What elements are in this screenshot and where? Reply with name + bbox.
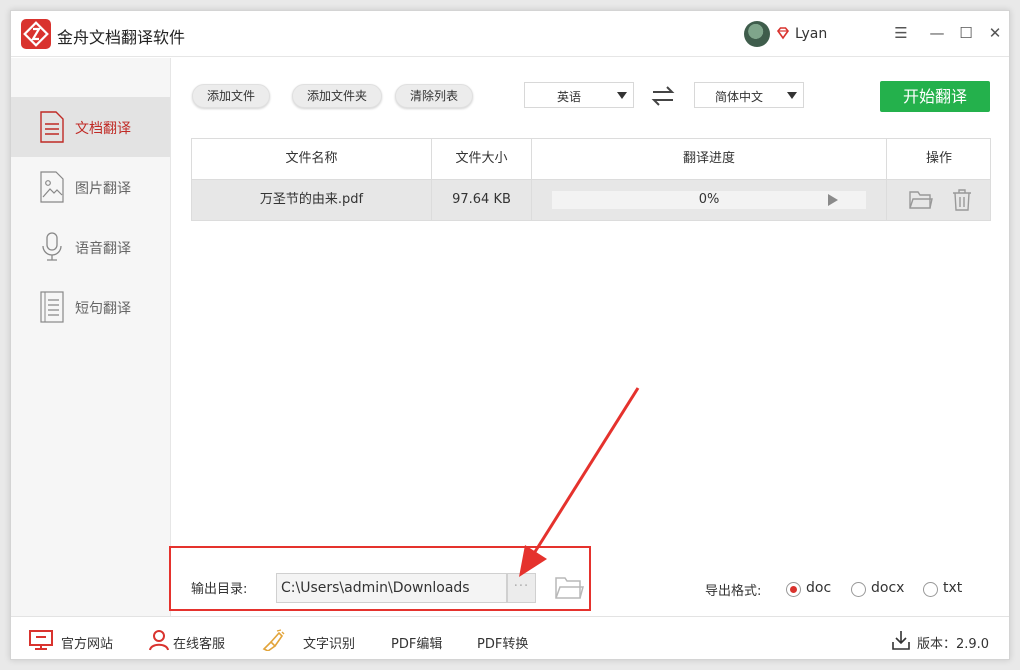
- sidebar-item-label: 图片翻译: [75, 181, 131, 197]
- sidebar-item-image-translate[interactable]: 图片翻译: [11, 157, 170, 217]
- sidebar-item-sentence-translate[interactable]: 短句翻译: [11, 277, 170, 337]
- table-row[interactable]: 万圣节的由来.pdf 97.64 KB 0%: [192, 180, 990, 220]
- microphone-icon: [42, 232, 62, 261]
- file-name: 万圣节的由来.pdf: [192, 180, 432, 220]
- chevron-down-icon: [787, 92, 797, 99]
- source-language-select[interactable]: 英语: [524, 82, 634, 108]
- maximize-icon[interactable]: ☐: [956, 23, 976, 43]
- browse-button[interactable]: ···: [507, 573, 536, 603]
- format-label-txt[interactable]: txt: [943, 580, 962, 596]
- chevron-down-icon: [617, 92, 627, 99]
- person-icon: [149, 630, 169, 651]
- export-format-label: 导出格式:: [705, 584, 762, 599]
- app-logo-icon: [21, 19, 51, 49]
- footer-label: 在线客服: [173, 637, 226, 652]
- footer-pdf-edit[interactable]: PDF编辑: [391, 617, 451, 659]
- column-header: 文件名称: [192, 139, 432, 179]
- minimize-icon[interactable]: —: [927, 23, 947, 43]
- footer-label: 官方网站: [61, 637, 114, 652]
- file-size: 97.64 KB: [432, 180, 532, 220]
- sidebar-item-document-translate[interactable]: 文档翻译: [11, 97, 170, 157]
- source-language-value: 英语: [556, 90, 581, 104]
- swap-languages-icon[interactable]: [651, 85, 675, 107]
- clear-list-button[interactable]: 清除列表: [395, 84, 474, 108]
- column-header: 文件大小: [432, 139, 532, 179]
- open-folder-icon[interactable]: [909, 189, 933, 211]
- start-translate-button[interactable]: 开始翻译: [880, 81, 990, 112]
- file-table: 文件名称 文件大小 翻译进度 操作 万圣节的由来.pdf 97.64 KB 0%: [191, 138, 991, 221]
- download-icon: [892, 631, 910, 650]
- footer-label: PDF编辑: [391, 637, 443, 652]
- format-radio-doc[interactable]: [786, 582, 801, 597]
- footer-bar: 官方网站 在线客服 文字识别 PDF编辑 PDF转换 版本：2.9.0: [11, 616, 1009, 659]
- ocr-icon: [262, 629, 285, 651]
- progress-text: 0%: [698, 192, 720, 207]
- image-icon: [40, 171, 64, 203]
- menu-icon[interactable]: ☰: [891, 23, 911, 43]
- user-name[interactable]: Lyan: [795, 26, 827, 42]
- sidebar-item-label: 短句翻译: [75, 301, 131, 317]
- add-file-button[interactable]: 添加文件: [192, 84, 271, 108]
- close-icon[interactable]: ✕: [985, 23, 1005, 43]
- add-folder-button[interactable]: 添加文件夹: [292, 84, 383, 108]
- row-actions: [887, 180, 991, 220]
- table-header: 文件名称 文件大小 翻译进度 操作: [192, 139, 990, 180]
- target-language-value: 简体中文: [714, 90, 763, 104]
- sidebar-item-label: 文档翻译: [75, 121, 131, 137]
- column-header: 翻译进度: [532, 139, 887, 179]
- delete-icon[interactable]: [950, 189, 974, 211]
- translation-progress: 0%: [532, 180, 887, 220]
- play-icon[interactable]: [828, 194, 838, 206]
- monitor-icon: [29, 630, 53, 650]
- version-label: 版本：2.9.0: [917, 637, 990, 652]
- app-window: 金舟文档翻译软件 Lyan ☰ — ☐ ✕ 文档翻译 图片翻译 语音翻译 短句翻…: [10, 10, 1010, 660]
- column-header: 操作: [925, 151, 952, 166]
- footer-official-site[interactable]: 官方网站: [29, 617, 129, 659]
- document-icon: [40, 111, 64, 143]
- sidebar: 文档翻译 图片翻译 语音翻译 短句翻译: [11, 58, 171, 616]
- footer-label: PDF转换: [477, 637, 529, 652]
- footer-ocr[interactable]: 文字识别: [261, 617, 361, 659]
- user-avatar[interactable]: [744, 21, 770, 47]
- format-radio-docx[interactable]: [851, 582, 866, 597]
- progress-bar: 0%: [552, 191, 866, 209]
- sidebar-item-voice-translate[interactable]: 语音翻译: [11, 217, 170, 277]
- app-title: 金舟文档翻译软件: [57, 28, 186, 47]
- format-label-doc[interactable]: doc: [806, 580, 831, 596]
- format-label-docx[interactable]: docx: [871, 580, 904, 596]
- text-lines-icon: [40, 291, 64, 323]
- vip-diamond-icon: [776, 27, 790, 40]
- title-bar: 金舟文档翻译软件 Lyan ☰ — ☐ ✕: [11, 11, 1009, 57]
- footer-pdf-convert[interactable]: PDF转换: [477, 617, 537, 659]
- target-language-select[interactable]: 简体中文: [694, 82, 804, 108]
- format-radio-txt[interactable]: [923, 582, 938, 597]
- footer-label: 文字识别: [303, 637, 356, 652]
- footer-online-service[interactable]: 在线客服: [147, 617, 242, 659]
- output-dir-label: 输出目录:: [191, 582, 248, 597]
- open-output-folder-icon[interactable]: [554, 575, 584, 601]
- output-dir-input[interactable]: C:\Users\admin\Downloads: [276, 573, 507, 603]
- sidebar-item-label: 语音翻译: [75, 241, 131, 257]
